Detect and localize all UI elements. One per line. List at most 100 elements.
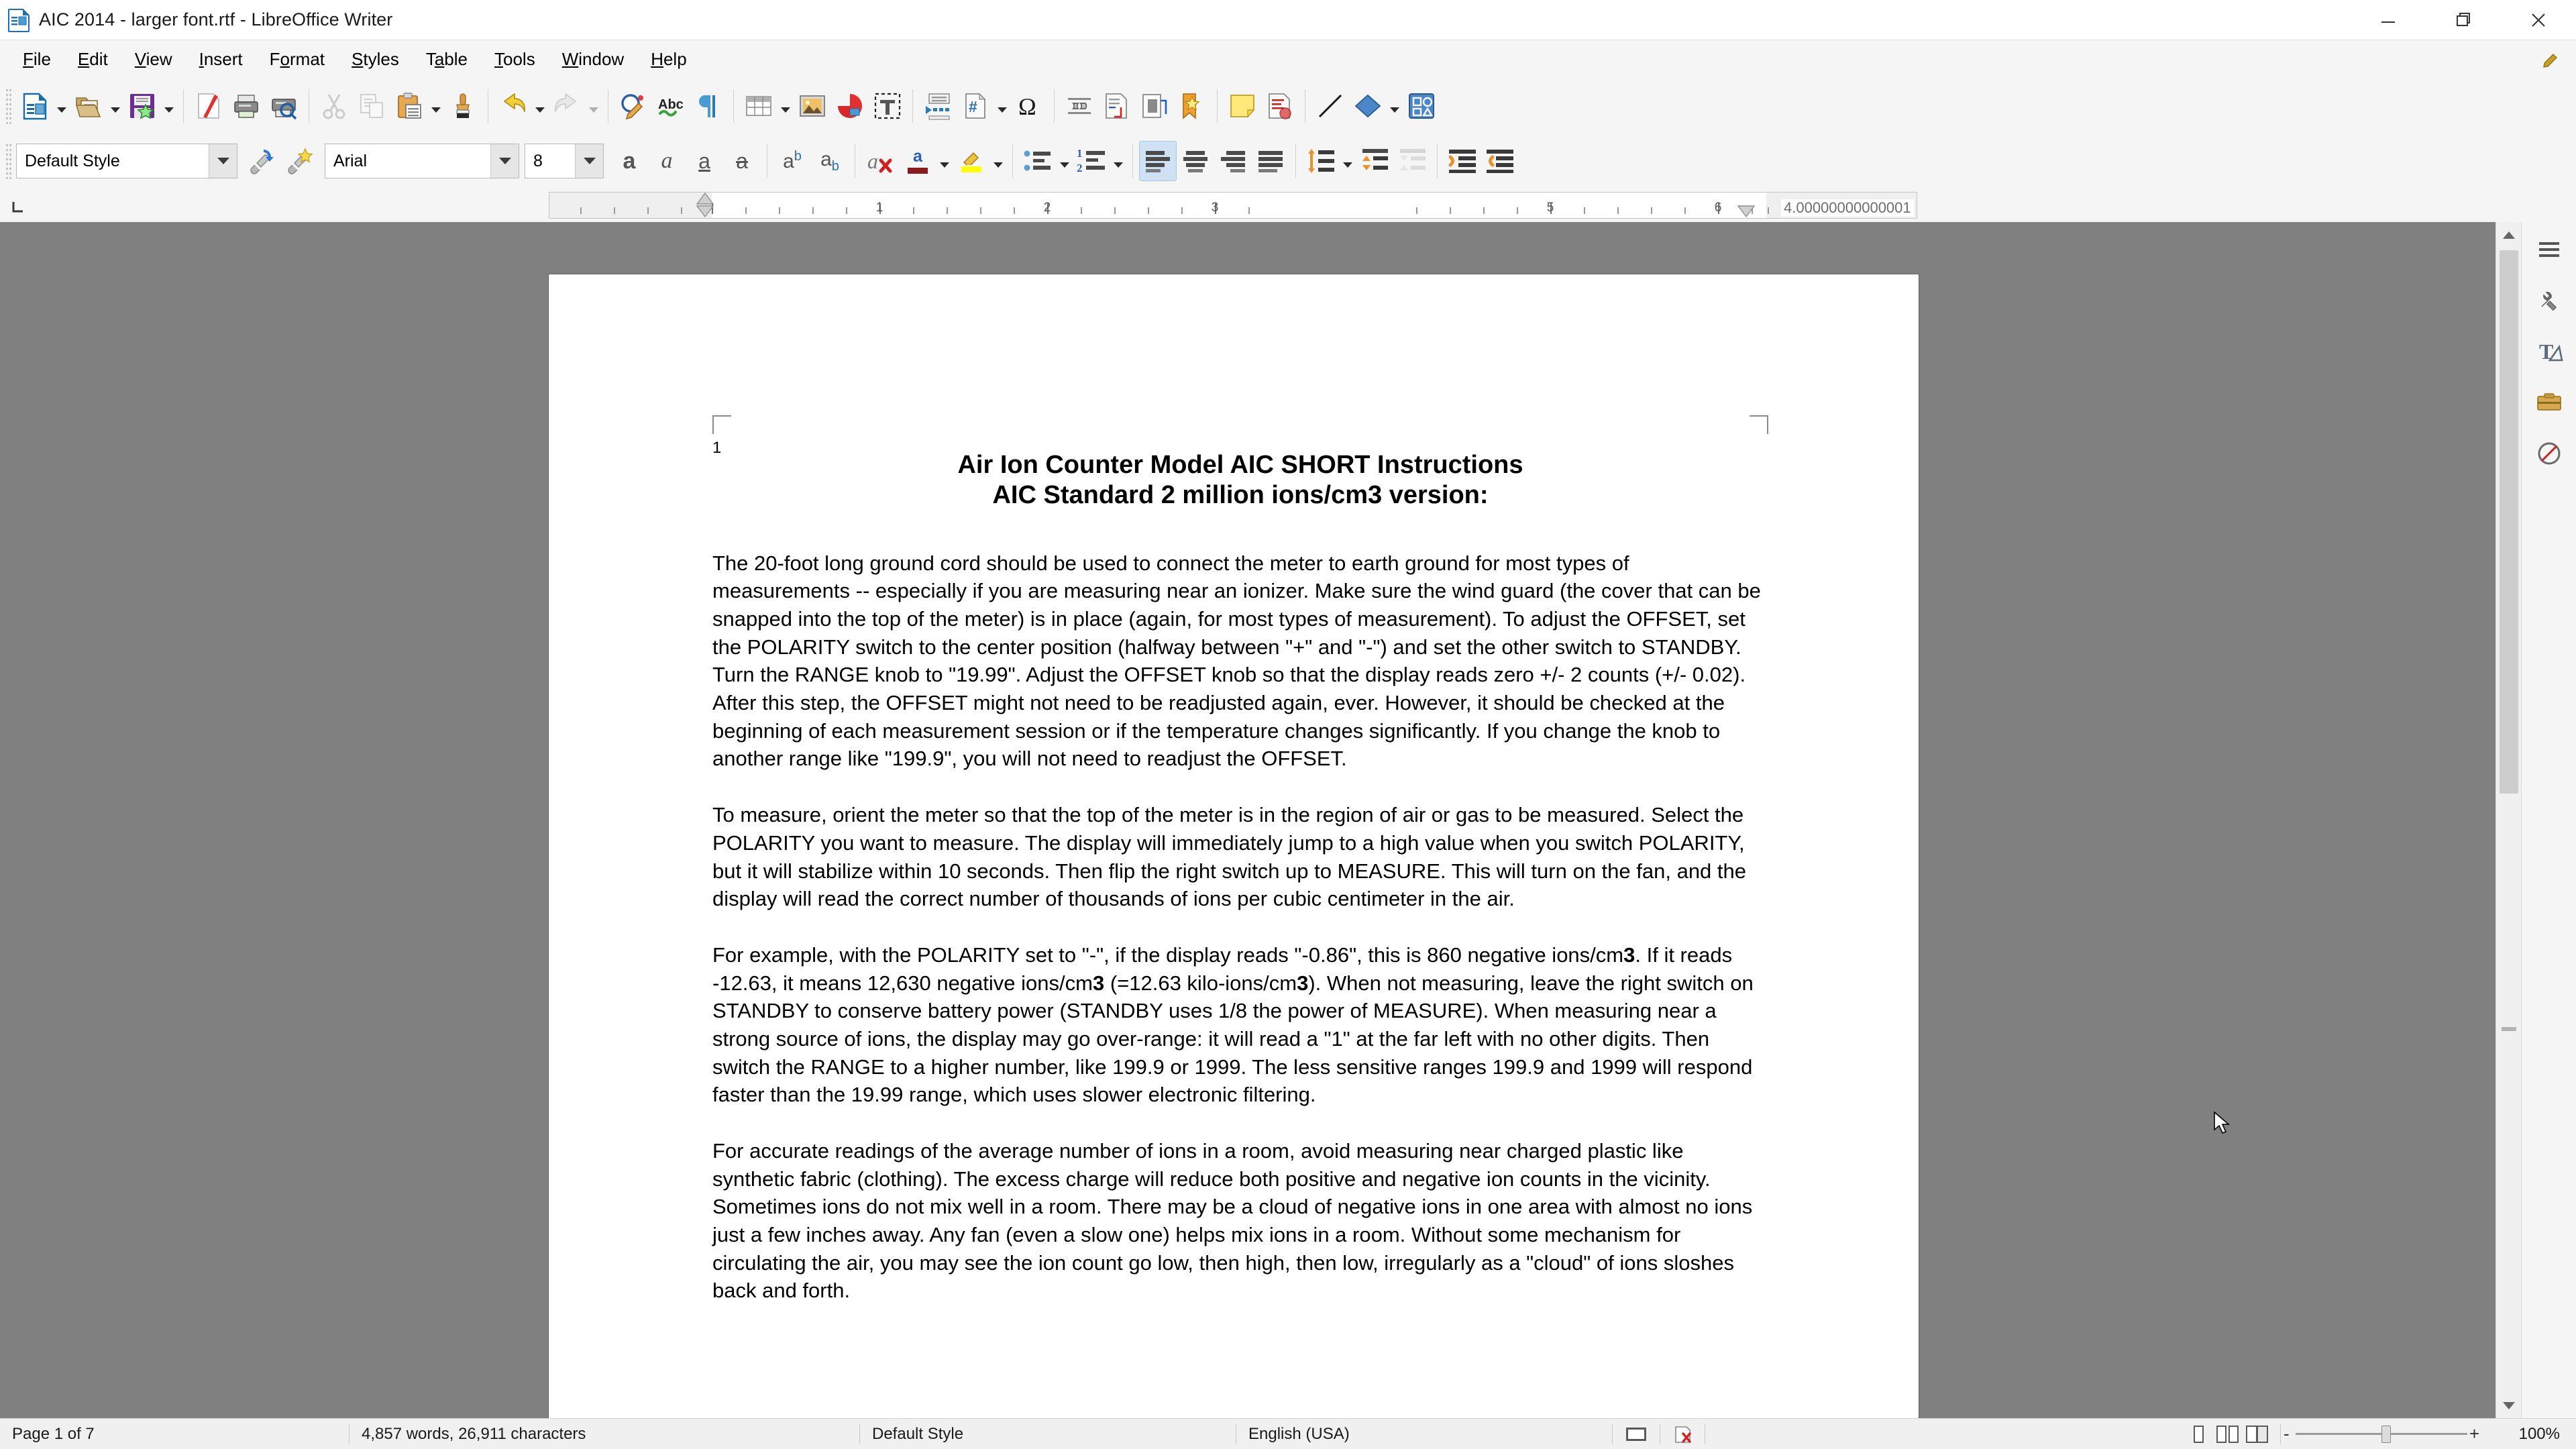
language-status[interactable]: English (USA) <box>1236 1419 1612 1449</box>
left-indent-marker[interactable] <box>696 205 714 221</box>
document-canvas[interactable]: 1 Air Ion Counter Model AIC SHORT Instru… <box>0 222 2496 1418</box>
menu-tools[interactable]: Tools <box>481 45 549 74</box>
underline-button[interactable]: a <box>686 141 723 181</box>
spelling-button[interactable]: Abc <box>652 86 690 126</box>
scrollbar-thumb[interactable] <box>2500 250 2518 794</box>
save-dropdown[interactable] <box>161 86 177 126</box>
cut-button[interactable] <box>315 86 353 126</box>
menu-window[interactable]: Window <box>549 45 637 74</box>
insert-footnote-button[interactable] <box>1098 86 1136 126</box>
maximize-button[interactable] <box>2426 0 2501 40</box>
insert-endnote-button[interactable] <box>1136 86 1173 126</box>
line-spacing-button[interactable] <box>1302 141 1340 181</box>
minimize-button[interactable] <box>2351 0 2426 40</box>
sidebar-item-styles[interactable]: T <box>2528 331 2570 372</box>
zoom-level[interactable]: 100% <box>2482 1419 2576 1449</box>
paste-dropdown[interactable] <box>428 86 444 126</box>
insert-field-button[interactable]: # <box>957 86 994 126</box>
print-preview-button[interactable] <box>265 86 303 126</box>
decrease-paragraph-spacing-button[interactable] <box>1393 141 1431 181</box>
insert-table-dropdown[interactable] <box>777 86 794 126</box>
zoom-in-button[interactable]: + <box>2469 1424 2479 1444</box>
line-spacing-dropdown[interactable] <box>1340 141 1356 181</box>
paragraph-style-combo[interactable]: Default Style <box>16 144 237 178</box>
insert-comment-button[interactable] <box>1224 86 1261 126</box>
insert-table-button[interactable] <box>740 86 777 126</box>
clear-formatting-button[interactable]: a <box>861 141 899 181</box>
font-color-button[interactable]: a <box>899 141 936 181</box>
page-info[interactable]: Page 1 of 7 <box>0 1419 349 1449</box>
sidebar-item-gallery[interactable] <box>2528 382 2570 423</box>
zoom-out-button[interactable]: - <box>2284 1424 2290 1444</box>
formatting-marks-button[interactable] <box>690 86 727 126</box>
paragraph-style-dropdown[interactable] <box>209 144 237 178</box>
bold-button[interactable]: a <box>610 141 648 181</box>
scroll-split-handle[interactable] <box>2502 1027 2516 1031</box>
insert-bookmark-button[interactable] <box>1173 86 1211 126</box>
superscript-button[interactable]: ab <box>773 141 811 181</box>
justified-button[interactable] <box>1252 141 1289 181</box>
paste-button[interactable] <box>390 86 428 126</box>
highlighting-color-button[interactable] <box>953 141 990 181</box>
scroll-down-button[interactable] <box>2496 1393 2522 1418</box>
new-document-dropdown[interactable] <box>54 86 70 126</box>
export-pdf-button[interactable] <box>190 86 227 126</box>
subscript-button[interactable]: ab <box>811 141 849 181</box>
decrease-indent-button[interactable] <box>1481 141 1519 181</box>
document-page[interactable]: 1 Air Ion Counter Model AIC SHORT Instru… <box>549 274 1919 1418</box>
font-size-value[interactable]: 8 <box>525 152 575 171</box>
align-right-button[interactable] <box>1214 141 1252 181</box>
font-size-combo[interactable]: 8 <box>525 144 604 178</box>
increase-indent-button[interactable] <box>1444 141 1481 181</box>
update-style-button[interactable] <box>243 141 280 181</box>
unordered-list-dropdown[interactable] <box>1057 141 1073 181</box>
increase-paragraph-spacing-button[interactable] <box>1356 141 1393 181</box>
toolbar-grip[interactable] <box>5 88 12 124</box>
tab-stop-selector[interactable] <box>0 189 40 222</box>
unordered-list-button[interactable] <box>1019 141 1057 181</box>
font-name-combo[interactable]: Arial <box>325 144 519 178</box>
insert-image-button[interactable] <box>794 86 831 126</box>
save-button[interactable] <box>123 86 161 126</box>
align-left-button[interactable] <box>1139 141 1177 181</box>
zoom-slider[interactable]: - + <box>2281 1419 2482 1449</box>
paragraph-style-value[interactable]: Default Style <box>17 152 209 171</box>
insert-field-dropdown[interactable] <box>994 86 1010 126</box>
close-button[interactable] <box>2501 0 2576 40</box>
clone-formatting-button[interactable] <box>444 86 482 126</box>
selection-mode-status[interactable] <box>1613 1419 1660 1449</box>
insert-hyperlink-button[interactable] <box>1061 86 1098 126</box>
track-changes-button[interactable] <box>1261 86 1299 126</box>
menu-help[interactable]: Help <box>637 45 700 74</box>
basic-shapes-button[interactable] <box>1349 86 1387 126</box>
menu-file[interactable]: File <box>9 45 64 74</box>
insert-page-break-button[interactable] <box>919 86 957 126</box>
ordered-list-button[interactable]: 1 2 <box>1073 141 1110 181</box>
document-text-body[interactable]: Air Ion Counter Model AIC SHORT Instruct… <box>712 450 1768 1305</box>
insert-text-box-button[interactable] <box>869 86 906 126</box>
find-and-replace-button[interactable] <box>614 86 652 126</box>
menu-edit[interactable]: Edit <box>64 45 121 74</box>
page-style[interactable]: Default Style <box>860 1419 1236 1449</box>
save-status[interactable] <box>1660 1419 1705 1449</box>
font-size-dropdown[interactable] <box>575 144 603 178</box>
menu-table[interactable]: Table <box>413 45 481 74</box>
highlighting-color-dropdown[interactable] <box>990 141 1006 181</box>
undo-dropdown[interactable] <box>532 86 548 126</box>
right-indent-marker[interactable] <box>1737 205 1756 221</box>
open-file-dropdown[interactable] <box>107 86 123 126</box>
toolbar-grip[interactable] <box>5 143 12 179</box>
sidebar-item-navigator[interactable] <box>2528 433 2570 474</box>
book-view-button[interactable] <box>2243 1421 2272 1448</box>
redo-dropdown[interactable] <box>586 86 602 126</box>
strikethrough-button[interactable]: a <box>723 141 761 181</box>
multiple-page-view-button[interactable] <box>2213 1421 2243 1448</box>
horizontal-ruler[interactable]: 1 2 3 4.00000000000001 5 6 <box>549 192 1917 219</box>
word-count[interactable]: 4,857 words, 26,911 characters <box>350 1419 859 1449</box>
undo-button[interactable] <box>494 86 532 126</box>
new-style-button[interactable] <box>280 141 318 181</box>
insert-chart-button[interactable] <box>831 86 869 126</box>
font-name-value[interactable]: Arial <box>325 152 490 171</box>
redo-button[interactable] <box>548 86 586 126</box>
menu-view[interactable]: View <box>121 45 186 74</box>
